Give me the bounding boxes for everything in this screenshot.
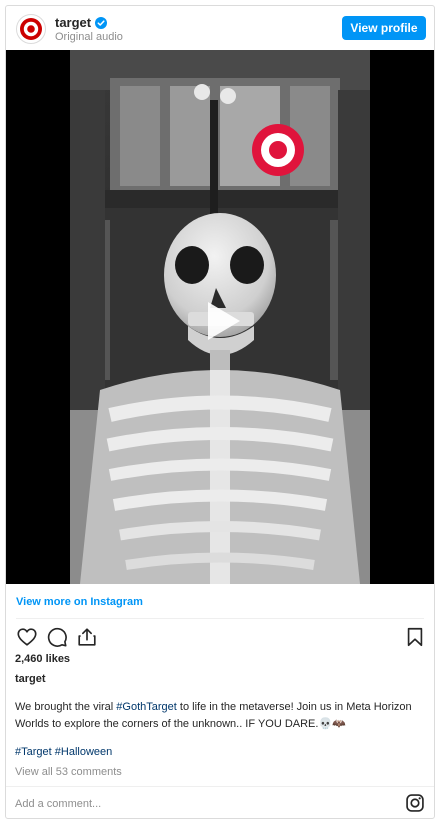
avatar[interactable] — [16, 14, 46, 44]
target-logo-icon — [20, 18, 42, 40]
share-icon[interactable] — [76, 626, 98, 648]
verified-badge-icon — [95, 16, 108, 29]
caption-hashtag[interactable]: #GothTarget — [116, 701, 177, 713]
bookmark-icon[interactable] — [404, 626, 426, 648]
comment-icon[interactable] — [46, 626, 68, 648]
divider — [16, 618, 424, 619]
video-media[interactable] — [6, 50, 434, 584]
username[interactable]: target — [55, 15, 91, 30]
comment-input[interactable] — [15, 796, 385, 812]
audio-subtitle[interactable]: Original audio — [55, 31, 123, 43]
hashtag-halloween[interactable]: #Halloween — [55, 746, 112, 758]
heart-icon[interactable] — [16, 626, 38, 648]
username-row: target — [55, 15, 108, 30]
comment-box — [6, 786, 434, 818]
caption-text: We brought the viral — [15, 701, 117, 713]
play-icon[interactable] — [194, 294, 248, 348]
view-comments-link[interactable]: View all 53 comments — [15, 766, 122, 778]
hashtag-list: #Target #Halloween — [15, 746, 112, 758]
post-header: target Original audio View profile — [6, 6, 434, 50]
view-profile-button[interactable]: View profile — [342, 16, 426, 40]
instagram-embed-card: target Original audio View profile View … — [5, 5, 435, 819]
view-more-link[interactable]: View more on Instagram — [16, 596, 143, 608]
action-bar — [14, 626, 426, 652]
caption-emoji: 💀🦇 — [318, 718, 346, 730]
hashtag-target[interactable]: #Target — [15, 746, 52, 758]
likes-count[interactable]: 2,460 likes — [15, 653, 70, 665]
post-author[interactable]: target — [15, 673, 46, 685]
instagram-icon[interactable] — [405, 793, 425, 813]
caption: We brought the viral #GothTarget to life… — [15, 699, 415, 733]
